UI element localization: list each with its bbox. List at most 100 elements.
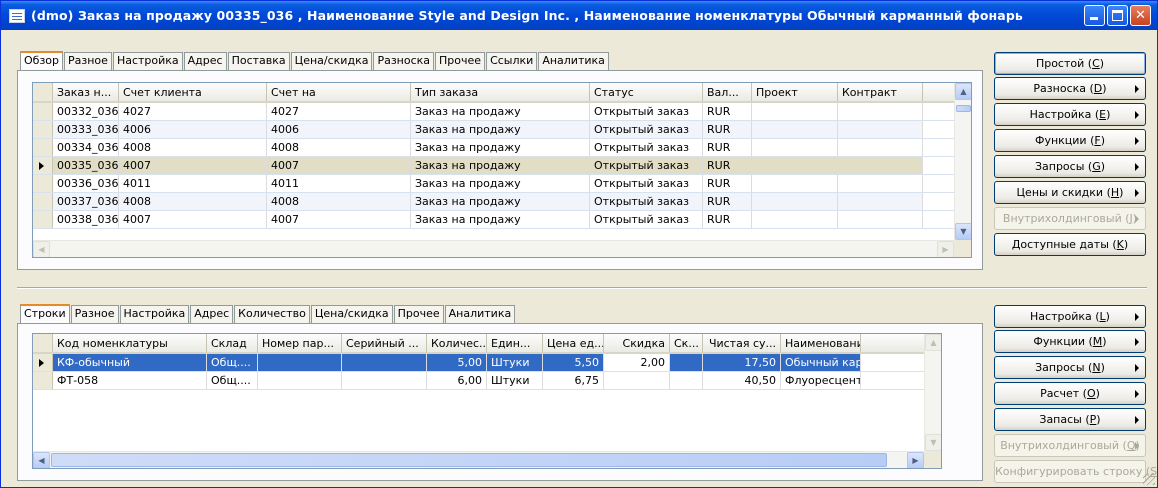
action-button-1[interactable]: Настройка (L) [994,305,1146,328]
tab-1[interactable]: Обзор [20,51,64,71]
table-cell[interactable]: 4007 [119,157,267,174]
table-cell[interactable]: RUR [703,211,752,228]
table-cell[interactable]: Заказ на продажу [411,139,590,156]
table-cell[interactable]: 4006 [267,121,411,138]
tab-1[interactable]: Строки [20,304,70,324]
column-header[interactable]: Счет на [267,83,411,101]
minimize-button[interactable] [1084,5,1105,26]
table-cell[interactable]: RUR [703,121,752,138]
vertical-scrollbar[interactable]: ▲ ▼ [954,83,971,240]
table-cell[interactable]: Открытый заказ [590,193,703,210]
row-selector[interactable] [33,103,53,120]
action-button-3[interactable]: Настройка (E) [994,103,1146,126]
title-bar[interactable]: (dmo) Заказ на продажу 00335_036 , Наиме… [1,1,1157,30]
table-cell[interactable]: 40,50 [703,372,781,389]
row-selector[interactable] [33,139,53,156]
tab-2[interactable]: Разное [70,305,119,323]
table-cell[interactable]: 4006 [119,121,267,138]
tab-10[interactable]: Аналитика [538,52,609,70]
table-cell[interactable] [670,372,703,389]
table-cell[interactable]: 4008 [267,193,411,210]
table-cell[interactable]: Заказ на продажу [411,211,590,228]
table-cell[interactable]: RUR [703,103,752,120]
column-header[interactable]: Един... [487,334,543,352]
table-cell[interactable]: 00333_036 [53,121,119,138]
table-cell[interactable] [752,121,838,138]
table-cell[interactable] [670,354,703,371]
table-cell[interactable]: RUR [703,175,752,192]
action-button-4[interactable]: Расчет (O) [994,382,1146,405]
column-header[interactable]: Код номенклатуры [53,334,207,352]
table-cell[interactable] [752,157,838,174]
table-cell[interactable]: Открытый заказ [590,157,703,174]
table-cell[interactable] [258,372,342,389]
table-cell[interactable] [838,139,923,156]
tab-2[interactable]: Разное [64,52,112,70]
row-selector[interactable] [33,175,53,192]
column-header[interactable]: Номер пар... [258,334,342,352]
table-cell[interactable]: 00337_036 [53,193,119,210]
column-header[interactable]: Контракт [838,83,923,101]
column-header[interactable]: Вал... [703,83,752,101]
table-row[interactable]: 00334_036 4008 4008 Заказ на продажу Открыты… [33,139,971,157]
table-cell[interactable]: 2,00 [604,354,670,371]
column-header[interactable]: Количес... [427,334,487,352]
table-cell[interactable] [838,193,923,210]
table-cell[interactable]: Открытый заказ [590,121,703,138]
table-row[interactable]: ФТ-058 Общ.... 6,00 Штуки 6,75 40,50 Флуоресце… [33,372,941,390]
table-row[interactable]: 00336_036 4011 4011 Заказ на продажу Открыты… [33,175,971,193]
tab-4[interactable]: Адрес [190,305,234,323]
lines-grid[interactable]: Код номенклатуры Склад Номер пар... Серийны… [32,333,942,469]
table-cell[interactable]: Заказ на продажу [411,103,590,120]
column-header[interactable]: Цена ед... [543,334,604,352]
table-cell[interactable]: Заказ на продажу [411,193,590,210]
orders-grid[interactable]: Заказ н... Счет клиента Счет на Тип заказа С… [32,82,972,258]
table-cell[interactable] [838,103,923,120]
scroll-thumb[interactable] [51,453,887,467]
column-header[interactable]: Наименование н [781,334,861,352]
table-cell[interactable]: 4008 [119,193,267,210]
action-button-2[interactable]: Разноска (D) [994,77,1146,100]
tab-8[interactable]: Аналитика [444,305,516,323]
table-cell[interactable]: Штуки [487,354,543,371]
tab-3[interactable]: Настройка [112,52,183,70]
column-header[interactable]: Счет клиента [119,83,267,101]
table-cell[interactable]: 4027 [119,103,267,120]
tab-6[interactable]: Цена/скидка [290,52,373,70]
table-cell[interactable]: Общ.... [207,354,258,371]
table-row[interactable]: 00333_036 4006 4006 Заказ на продажу Открыты… [33,121,971,139]
table-row[interactable]: 00337_036 4008 4008 Заказ на продажу Открыты… [33,193,971,211]
scroll-right-button[interactable]: ▶ [907,452,924,468]
column-header[interactable]: Проект [752,83,838,101]
table-cell[interactable]: 4008 [267,139,411,156]
table-cell[interactable] [752,193,838,210]
scroll-thumb[interactable] [956,105,971,112]
table-row[interactable]: 00332_036 4027 4027 Заказ на продажу Открыты… [33,103,971,121]
table-cell[interactable]: 00332_036 [53,103,119,120]
action-button-6[interactable]: Цены и скидки (H) [994,181,1146,204]
action-button-1[interactable]: Простой (C) [994,52,1146,75]
table-cell[interactable] [752,175,838,192]
column-header[interactable]: Тип заказа [411,83,590,101]
table-cell[interactable]: Заказ на продажу [411,175,590,192]
tab-9[interactable]: Ссылки [486,52,538,70]
scroll-up-button[interactable]: ▲ [955,83,971,100]
row-selector[interactable] [33,193,53,210]
table-cell[interactable] [838,121,923,138]
table-cell[interactable]: 4011 [267,175,411,192]
table-cell[interactable]: КФ-обычный [53,354,207,371]
table-cell[interactable] [838,157,923,174]
table-cell[interactable]: RUR [703,139,752,156]
column-header[interactable]: Статус [590,83,703,101]
table-cell[interactable]: 00338_036 [53,211,119,228]
column-header[interactable]: Ск... [670,334,703,352]
row-selector[interactable] [33,211,53,228]
action-button-8[interactable]: Доступные даты (K) [994,233,1146,256]
table-cell[interactable]: 00336_036 [53,175,119,192]
vertical-scrollbar[interactable]: ▲ ▼ [924,334,941,451]
table-cell[interactable] [604,372,670,389]
table-cell[interactable]: 17,50 [703,354,781,371]
scroll-down-button[interactable]: ▼ [955,223,971,240]
row-selector[interactable] [33,157,53,174]
table-cell[interactable] [752,103,838,120]
